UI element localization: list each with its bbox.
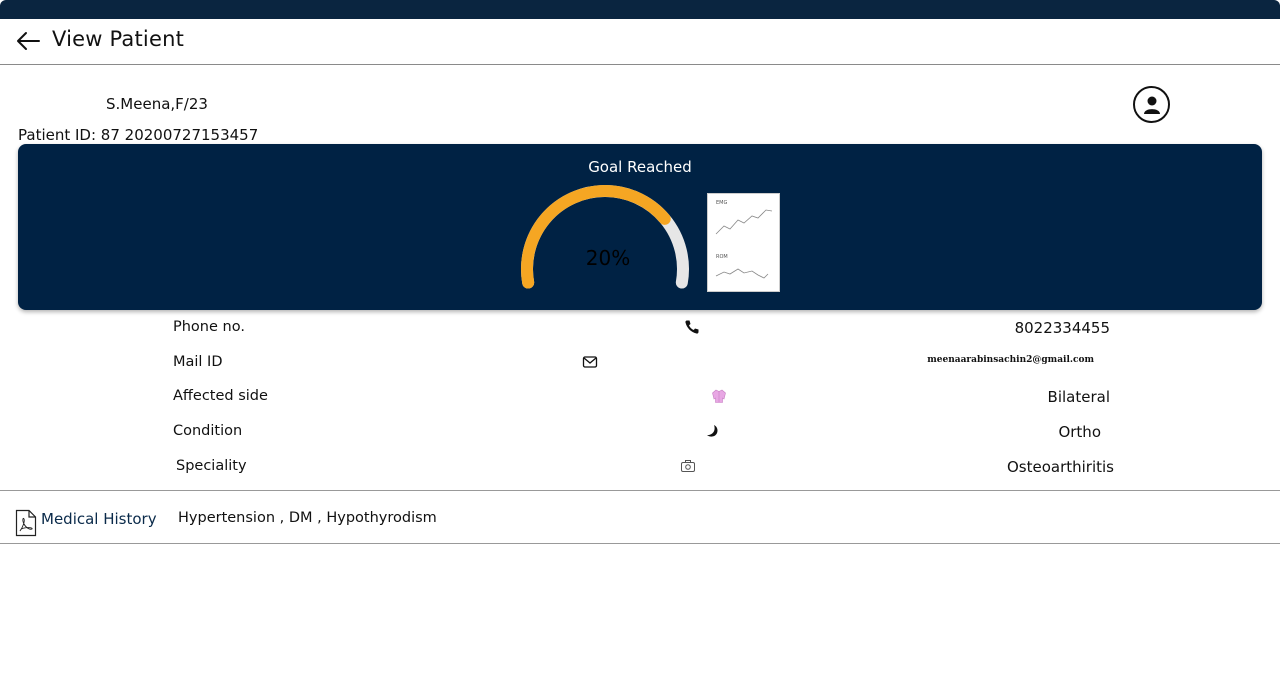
pdf-file-icon[interactable] [15, 509, 37, 541]
phone-icon [683, 319, 701, 335]
gauge-percent: 20% [585, 246, 631, 270]
camera-icon [679, 458, 697, 474]
rom-line [715, 268, 769, 279]
emg-label: EMG [716, 200, 727, 206]
avatar-button[interactable] [1133, 86, 1170, 123]
patient-name: S.Meena,F/23 [106, 95, 208, 113]
goal-gauge [521, 185, 689, 289]
medical-history-value: Hypertension , DM , Hypothyrodism [178, 510, 437, 526]
user-circle-icon [1143, 96, 1160, 114]
medical-history-link[interactable]: Medical History [41, 510, 157, 528]
mail-icon [581, 354, 599, 370]
status-bar [0, 0, 1280, 19]
phone-label: Phone no. [173, 319, 245, 335]
phone-value: 8022334455 [1014, 319, 1110, 337]
speciality-value: Osteoarthiritis [1006, 458, 1114, 476]
condition-label: Condition [173, 423, 243, 439]
goal-card: Goal Reached 20% EMG ROM [18, 144, 1262, 310]
patient-id: Patient ID: 87 20200727153457 [18, 126, 259, 144]
app-bar: View Patient [0, 19, 1280, 65]
mini-chart[interactable]: EMG ROM [707, 193, 780, 292]
arrow-left-icon [17, 32, 40, 50]
mail-value: meenaarabinsachin2@gmail.com [927, 355, 1094, 365]
divider [0, 543, 1280, 544]
divider [0, 490, 1280, 491]
emg-line [715, 209, 773, 235]
mail-label: Mail ID [173, 354, 223, 370]
affected-side-label: Affected side [173, 388, 268, 404]
condition-value: Ortho [1058, 423, 1101, 441]
affected-side-value: Bilateral [1047, 388, 1110, 406]
shirt-icon [710, 388, 728, 404]
rom-label: ROM [716, 254, 728, 260]
goal-title: Goal Reached [588, 158, 692, 176]
back-button[interactable] [14, 28, 42, 54]
page-title: View Patient [52, 27, 185, 51]
speciality-label: Speciality [176, 458, 247, 474]
mini-chart-graphic: EMG ROM [715, 200, 773, 279]
moon-icon [703, 423, 721, 439]
